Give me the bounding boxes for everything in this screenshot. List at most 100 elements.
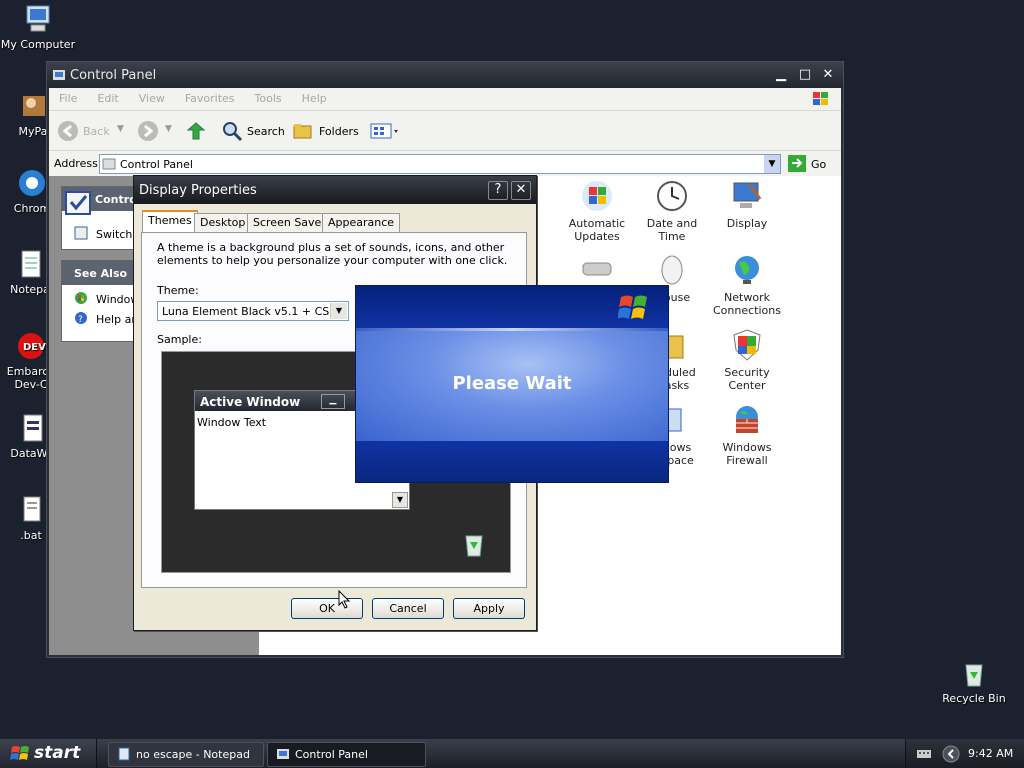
sample-label: Sample: <box>157 333 202 346</box>
windows-flag-icon <box>618 295 647 319</box>
menu-tools[interactable]: Tools <box>245 88 292 105</box>
control-panel-small-icon <box>277 749 289 759</box>
please-wait-text: Please Wait <box>452 373 572 394</box>
control-panel-titlebar[interactable]: Control Panel ▁ □ ✕ <box>47 62 843 88</box>
control-panel-large-icon <box>65 191 91 215</box>
notepad-icon <box>14 248 46 280</box>
clock-icon <box>655 179 689 213</box>
dialog-titlebar[interactable]: Display Properties ? ✕ <box>134 176 536 204</box>
up-folder-button[interactable] <box>185 120 207 142</box>
mouse-icon <box>655 253 689 287</box>
start-button[interactable]: start <box>0 739 97 768</box>
menu-file[interactable]: File <box>49 88 87 105</box>
bat-file-icon <box>15 494 47 526</box>
address-field[interactable]: Control Panel ▼ <box>99 154 781 174</box>
sample-recycle-bin-icon <box>465 535 483 557</box>
cp-item-windows-firewall[interactable]: Windows Firewall <box>707 403 787 467</box>
views-button[interactable] <box>367 120 401 145</box>
desktop-icon-my-computer[interactable]: My Computer <box>0 3 76 51</box>
display-icon <box>730 179 764 213</box>
tab-appearance[interactable]: Appearance <box>322 213 401 234</box>
system-tray: 9:42 AM <box>905 739 1024 768</box>
help-icon: ? <box>75 312 87 325</box>
devcpp-icon: DEV <box>15 330 47 362</box>
splash-top-band <box>356 286 668 328</box>
help-button[interactable]: ? <box>488 181 508 200</box>
apply-button[interactable]: Apply <box>453 598 525 619</box>
menu-favorites[interactable]: Favorites <box>175 88 245 105</box>
cp-item-label: Automatic <box>568 217 626 230</box>
control-panel-icon <box>53 70 65 80</box>
close-button[interactable]: ✕ <box>819 67 837 84</box>
windows-update-icon <box>75 292 87 304</box>
notepad-small-icon <box>118 747 130 761</box>
data-icon <box>16 412 48 444</box>
cp-item-security-center[interactable]: Security Center <box>707 328 787 392</box>
automatic-updates-icon <box>580 179 614 213</box>
menu-edit[interactable]: Edit <box>87 88 128 105</box>
splash-body: Please Wait <box>356 331 668 441</box>
network-globe-icon <box>730 253 764 287</box>
tray-expand-icon[interactable] <box>942 745 960 763</box>
taskbar: start no escape - Notepad Control Panel … <box>0 739 1024 768</box>
theme-select[interactable]: Luna Element Black v5.1 + CSS ▼ <box>157 301 349 321</box>
taskbar-item-notepad[interactable]: no escape - Notepad <box>108 742 264 767</box>
taskbar-item-label: no escape - Notepad <box>136 748 250 761</box>
clock[interactable]: 9:42 AM <box>968 747 1013 760</box>
cp-item-automatic-updates[interactable]: Automatic Updates <box>557 179 637 243</box>
menu-view[interactable]: View <box>129 88 175 105</box>
sample-window-text: Window Text <box>197 416 267 429</box>
folders-button[interactable]: Folders <box>292 120 359 145</box>
theme-description: A theme is a background plus a set of so… <box>157 241 508 267</box>
maximize-button[interactable]: □ <box>796 67 814 84</box>
control-panel-small-icon <box>102 158 116 170</box>
search-label: Search <box>247 125 285 138</box>
tab-screen-saver[interactable]: Screen Saver <box>247 213 332 234</box>
task-box-heading: Contro <box>95 193 137 206</box>
please-wait-dialog: Please Wait <box>355 285 669 483</box>
go-button[interactable]: Go <box>788 155 826 175</box>
firewall-icon <box>730 403 764 437</box>
chrome-icon <box>16 167 48 199</box>
cp-item-label: Security <box>724 366 770 379</box>
forward-button[interactable] <box>137 120 159 142</box>
menu-help[interactable]: Help <box>292 88 337 105</box>
svg-text:?: ? <box>78 315 83 325</box>
cp-item-network-connections[interactable]: Network Connections <box>707 253 787 317</box>
forward-dropdown-icon[interactable]: ▼ <box>165 124 172 134</box>
back-dropdown-icon[interactable]: ▼ <box>117 124 124 134</box>
keyboard-icon <box>580 253 614 287</box>
keyboard-tray-icon[interactable] <box>916 747 932 761</box>
splash-bottom-band <box>356 441 668 482</box>
search-icon <box>223 122 243 142</box>
cp-item-date-time[interactable]: Date and Time <box>632 179 712 243</box>
see-also-heading: See Also <box>74 267 128 280</box>
help-link[interactable]: Help an <box>96 313 138 326</box>
chevron-down-icon[interactable]: ▼ <box>330 303 347 319</box>
views-icon <box>370 123 398 139</box>
address-bar: Address Control Panel ▼ Go <box>49 150 841 177</box>
cp-item-label-line2: Updates <box>574 230 620 243</box>
user-folder-icon <box>17 90 49 122</box>
back-label: Back <box>83 125 110 138</box>
taskbar-item-control-panel[interactable]: Control Panel <box>267 742 426 767</box>
ok-button[interactable]: OK <box>291 598 363 619</box>
back-button[interactable]: Back <box>57 120 110 145</box>
svg-text:DEV: DEV <box>23 342 46 353</box>
desktop-icon-recycle-bin[interactable]: Recycle Bin <box>936 657 1012 705</box>
cp-item-label-line2: Center <box>728 379 766 392</box>
dialog-close-button[interactable]: ✕ <box>511 181 531 200</box>
cp-item-label: Windows <box>722 441 772 454</box>
taskbar-item-label: Control Panel <box>295 748 368 761</box>
shield-icon <box>730 328 764 362</box>
cp-item-display[interactable]: Display <box>707 179 787 230</box>
tab-desktop[interactable]: Desktop <box>194 213 252 234</box>
tab-strip: Themes Desktop Screen Saver Appearance <box>141 210 527 235</box>
minimize-button[interactable]: ▁ <box>772 67 790 84</box>
cancel-button[interactable]: Cancel <box>372 598 444 619</box>
address-value: Control Panel <box>120 158 193 171</box>
search-button[interactable]: Search <box>221 120 285 145</box>
cp-item-label-line2: Connections <box>713 304 781 317</box>
address-dropdown-icon[interactable]: ▼ <box>764 155 780 173</box>
address-label: Address <box>54 157 98 170</box>
